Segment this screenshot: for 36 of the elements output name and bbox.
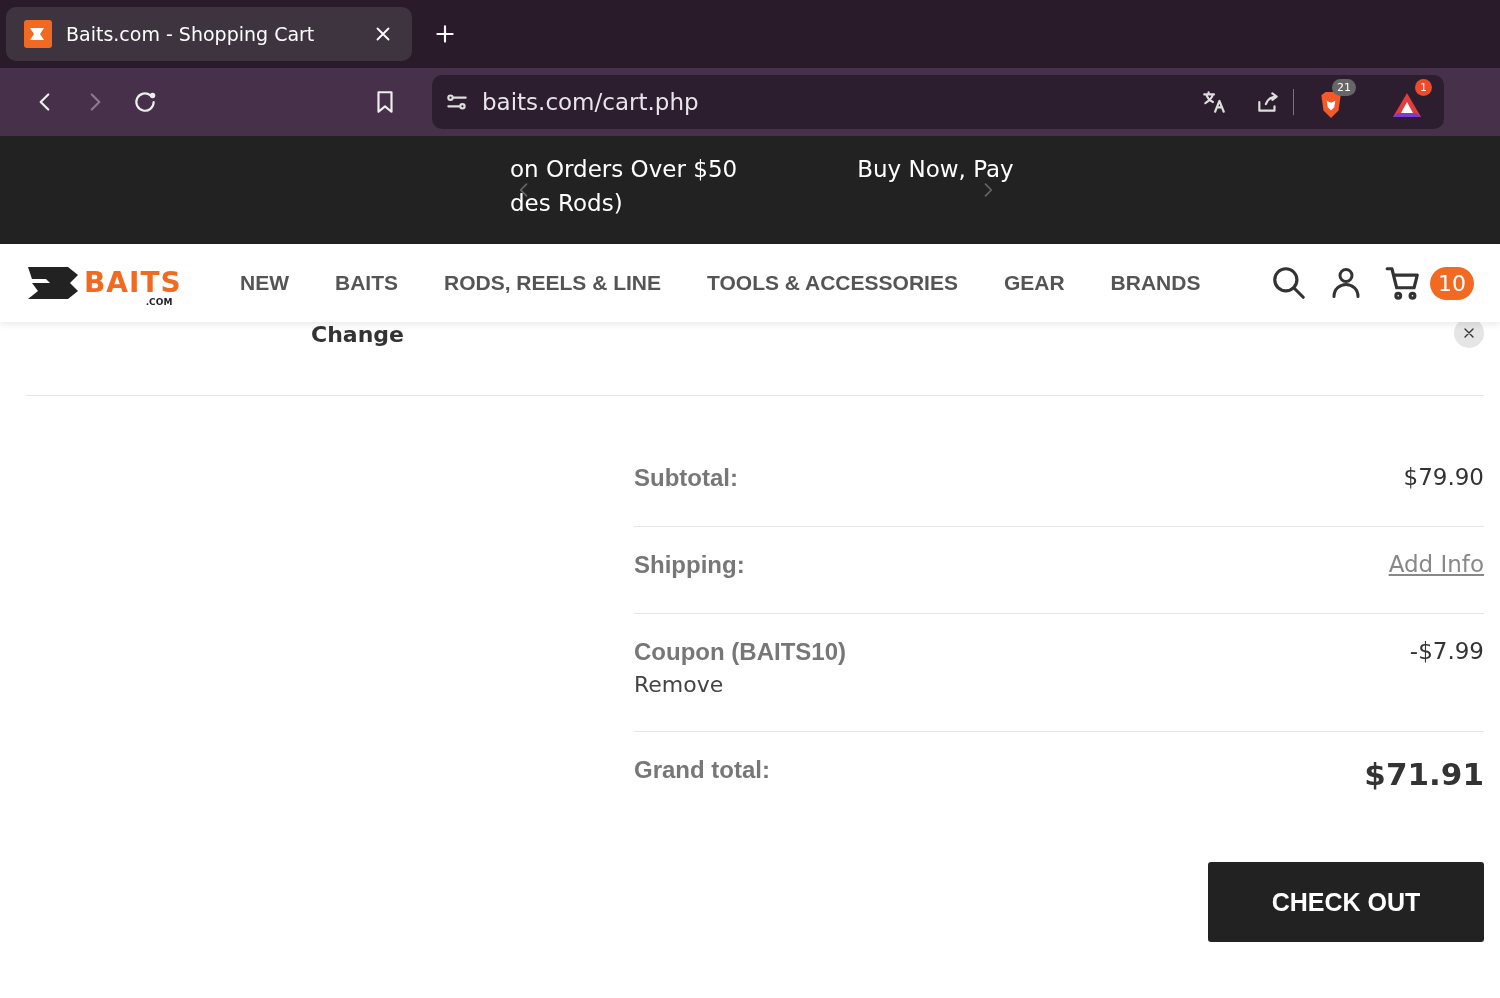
promo-text: Buy Now, Pay: [857, 156, 1014, 182]
translate-icon[interactable]: [1201, 89, 1227, 115]
shields-button[interactable]: 21: [1306, 79, 1356, 125]
rewards-button[interactable]: 1: [1382, 79, 1432, 125]
change-link[interactable]: Change: [311, 322, 404, 347]
remove-coupon-link[interactable]: Remove: [634, 672, 846, 697]
total-label: Grand total:: [634, 756, 770, 784]
total-label: Subtotal:: [634, 464, 738, 492]
search-icon[interactable]: [1270, 264, 1308, 302]
favicon-icon: [24, 20, 52, 48]
grand-total-value: $71.91: [1364, 756, 1484, 792]
browser-tab[interactable]: Baits.com - Shopping Cart: [6, 7, 412, 61]
total-label: Coupon (BAITS10): [634, 638, 846, 666]
logo-mark-icon: [26, 265, 80, 301]
nav-link[interactable]: GEAR: [1003, 271, 1065, 295]
nav-link[interactable]: BRANDS: [1110, 271, 1201, 295]
total-label: Shipping:: [634, 551, 745, 579]
nav-link[interactable]: BAITS: [335, 271, 398, 295]
lion-shield-icon: [1318, 91, 1344, 119]
nav-link[interactable]: NEW: [240, 271, 289, 295]
reload-icon[interactable]: [132, 89, 158, 115]
rewards-count: 1: [1415, 79, 1432, 96]
total-value: $79.90: [1403, 464, 1484, 490]
shields-count: 21: [1332, 79, 1356, 96]
total-value: -$7.99: [1409, 638, 1484, 664]
cart-count: 10: [1430, 266, 1474, 300]
nav-link[interactable]: TOOLS & ACCESSORIES: [707, 271, 958, 295]
share-icon[interactable]: [1255, 89, 1281, 115]
cart-icon[interactable]: [1384, 264, 1422, 302]
address-field[interactable]: baits.com/cart.php: [482, 89, 1189, 115]
add-info-link[interactable]: Add Info: [1388, 551, 1484, 577]
nav-link[interactable]: RODS, REELS & LINE: [444, 271, 662, 295]
triangle-icon: [1392, 92, 1422, 118]
checkout-button[interactable]: CHECK OUT: [1208, 862, 1484, 942]
promo-text: des Rods): [510, 190, 624, 216]
promo-text: on Orders Over $50: [510, 156, 738, 182]
